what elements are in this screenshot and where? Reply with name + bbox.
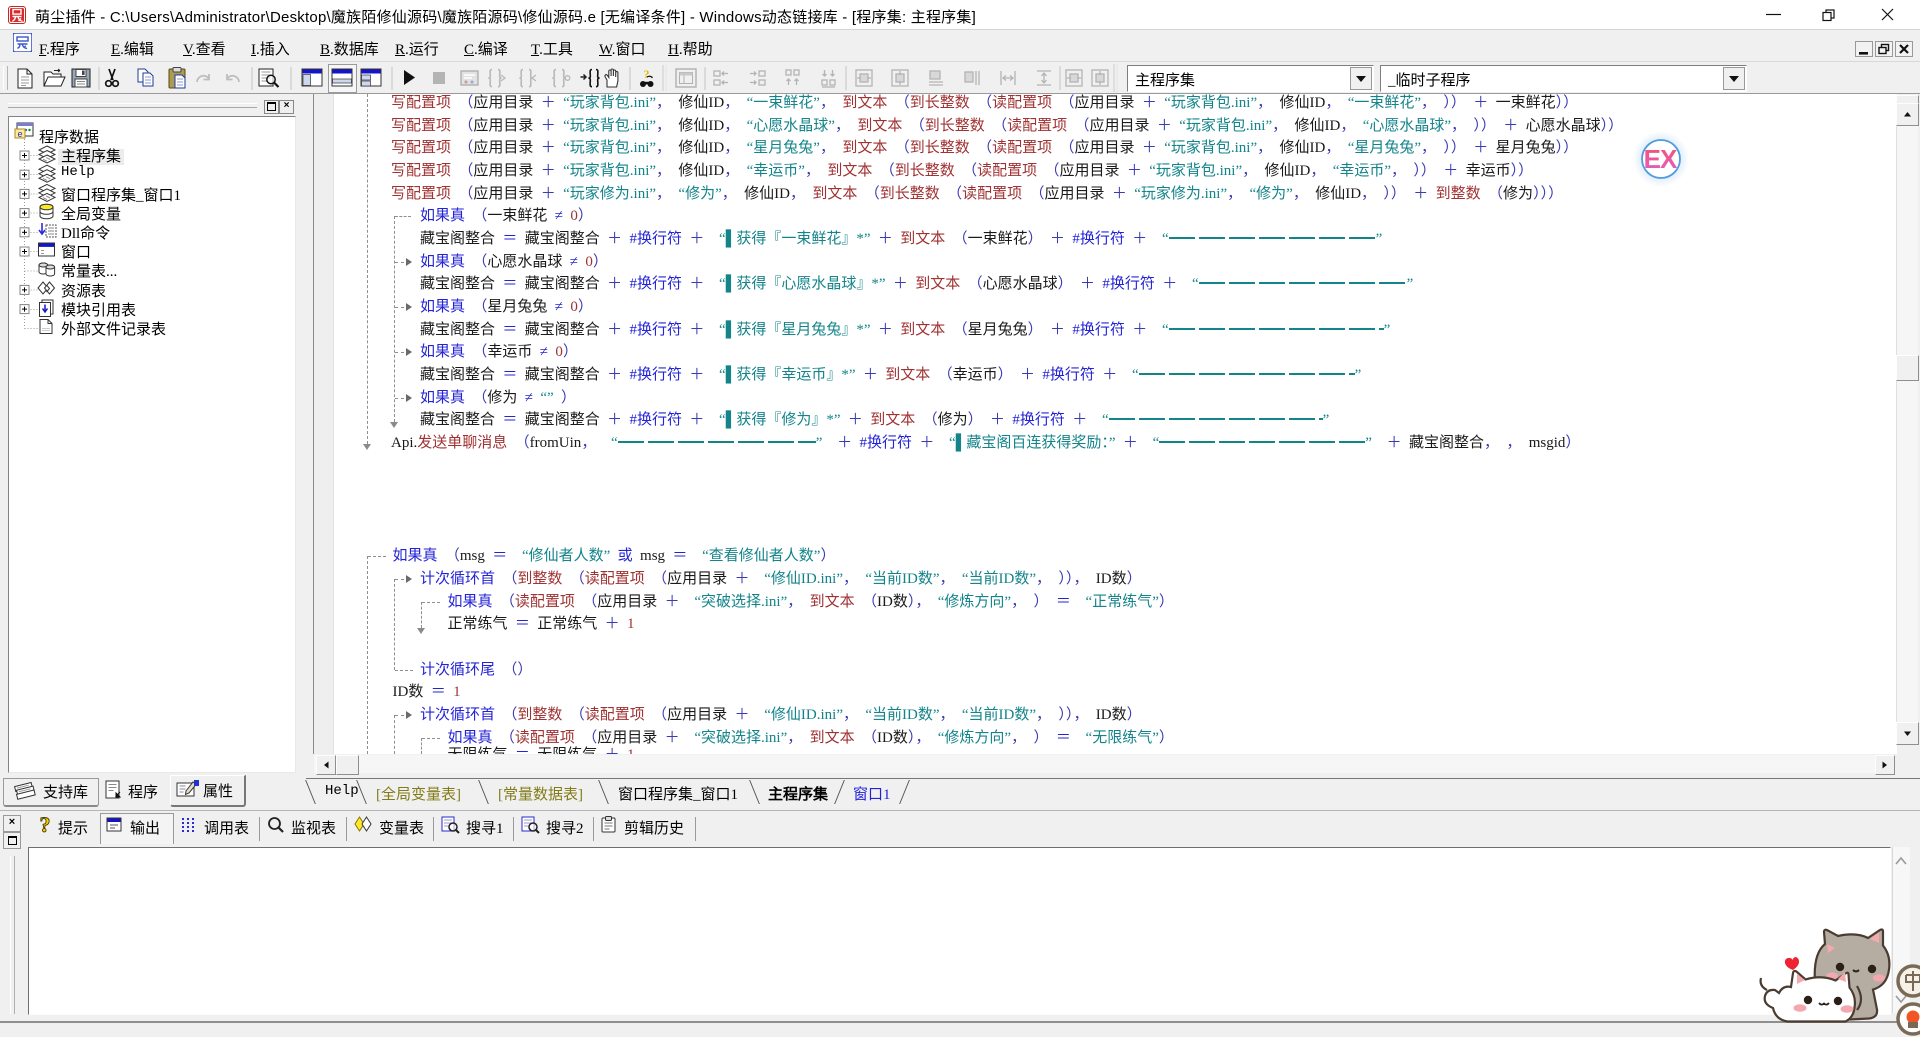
svg-text:e: e <box>17 129 22 139</box>
svg-text:EX: EX <box>1644 144 1678 174</box>
svg-text:?: ? <box>40 813 51 837</box>
svg-text:?: ? <box>644 67 650 81</box>
